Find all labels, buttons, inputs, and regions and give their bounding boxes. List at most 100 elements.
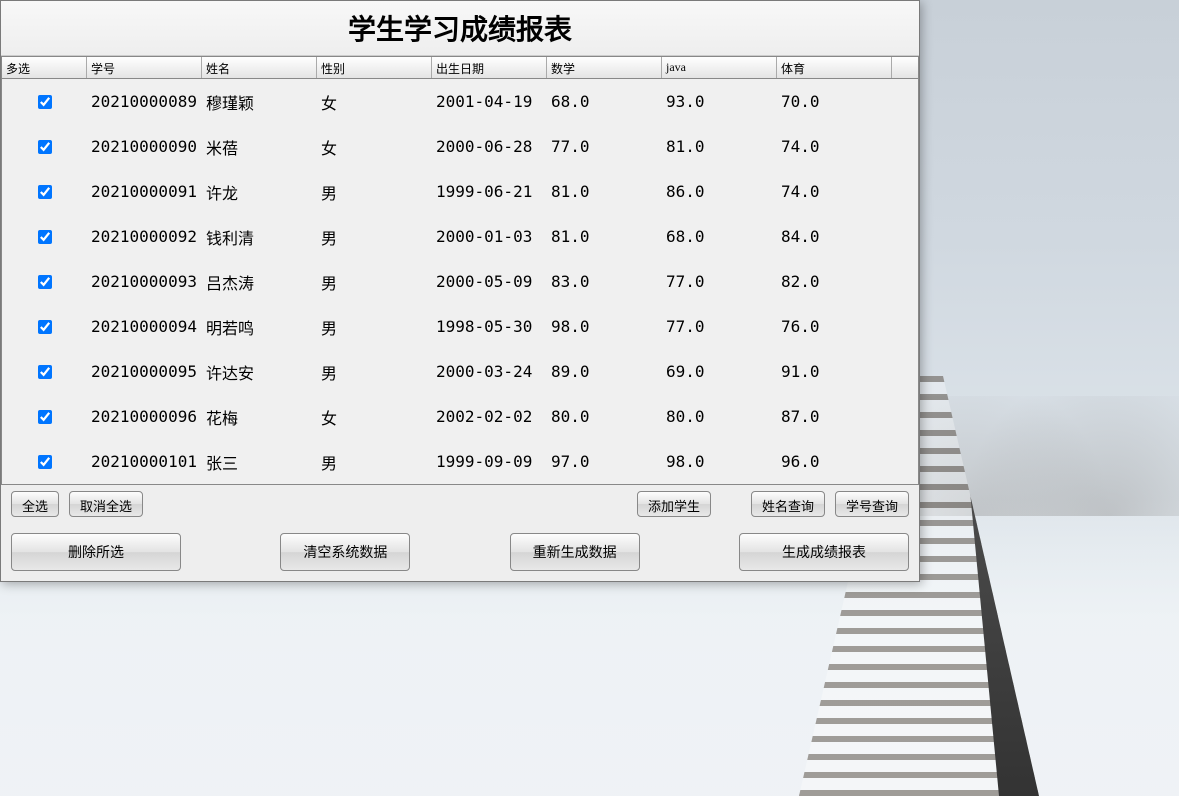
cell-pe: 91.0 bbox=[777, 362, 892, 381]
button-row-2: 删除所选 清空系统数据 重新生成数据 生成成绩报表 bbox=[1, 523, 919, 581]
table-header: 多选 学号 姓名 性别 出生日期 数学 java 体育 bbox=[2, 57, 918, 79]
cell-dob: 2000-01-03 bbox=[432, 227, 547, 246]
cell-gender: 女 bbox=[317, 90, 432, 114]
main-window: 学生学习成绩报表 多选 学号 姓名 性别 出生日期 数学 java 体育 202… bbox=[0, 0, 920, 582]
cell-gender: 男 bbox=[317, 225, 432, 249]
cell-student-id: 20210000094 bbox=[87, 317, 202, 336]
cell-dob: 1999-09-09 bbox=[432, 452, 547, 471]
row-checkbox[interactable] bbox=[38, 320, 52, 334]
col-header-math[interactable]: 数学 bbox=[547, 57, 662, 78]
cell-dob: 2001-04-19 bbox=[432, 92, 547, 111]
cell-dob: 2000-05-09 bbox=[432, 272, 547, 291]
cell-pe: 84.0 bbox=[777, 227, 892, 246]
cell-student-id: 20210000095 bbox=[87, 362, 202, 381]
col-header-name[interactable]: 姓名 bbox=[202, 57, 317, 78]
col-header-dob[interactable]: 出生日期 bbox=[432, 57, 547, 78]
cell-name: 钱利清 bbox=[202, 225, 317, 249]
cell-name: 花梅 bbox=[202, 405, 317, 429]
cell-java: 98.0 bbox=[662, 452, 777, 471]
cell-pe: 70.0 bbox=[777, 92, 892, 111]
title-bar: 学生学习成绩报表 bbox=[1, 1, 919, 56]
cell-check bbox=[2, 185, 87, 199]
cell-student-id: 20210000091 bbox=[87, 182, 202, 201]
cell-java: 81.0 bbox=[662, 137, 777, 156]
cell-math: 98.0 bbox=[547, 317, 662, 336]
select-all-button[interactable]: 全选 bbox=[11, 491, 59, 517]
cell-gender: 男 bbox=[317, 270, 432, 294]
table-row[interactable]: 20210000092钱利清男2000-01-0381.068.084.0 bbox=[2, 214, 918, 259]
cell-gender: 男 bbox=[317, 180, 432, 204]
delete-selected-button[interactable]: 删除所选 bbox=[11, 533, 181, 571]
cell-check bbox=[2, 275, 87, 289]
cell-student-id: 20210000093 bbox=[87, 272, 202, 291]
cell-java: 86.0 bbox=[662, 182, 777, 201]
add-student-button[interactable]: 添加学生 bbox=[637, 491, 711, 517]
cell-dob: 1999-06-21 bbox=[432, 182, 547, 201]
cell-pe: 74.0 bbox=[777, 182, 892, 201]
row-checkbox[interactable] bbox=[38, 455, 52, 469]
cell-gender: 女 bbox=[317, 135, 432, 159]
col-header-check[interactable]: 多选 bbox=[2, 57, 87, 78]
cell-dob: 2002-02-02 bbox=[432, 407, 547, 426]
cell-name: 许达安 bbox=[202, 360, 317, 384]
cell-check bbox=[2, 455, 87, 469]
cell-math: 80.0 bbox=[547, 407, 662, 426]
cell-dob: 1998-05-30 bbox=[432, 317, 547, 336]
row-checkbox[interactable] bbox=[38, 410, 52, 424]
row-checkbox[interactable] bbox=[38, 275, 52, 289]
cell-name: 许龙 bbox=[202, 180, 317, 204]
col-header-pe[interactable]: 体育 bbox=[777, 57, 892, 78]
cell-check bbox=[2, 320, 87, 334]
cell-java: 93.0 bbox=[662, 92, 777, 111]
cell-name: 吕杰涛 bbox=[202, 270, 317, 294]
row-checkbox[interactable] bbox=[38, 95, 52, 109]
row-checkbox[interactable] bbox=[38, 140, 52, 154]
cell-java: 80.0 bbox=[662, 407, 777, 426]
regenerate-data-button[interactable]: 重新生成数据 bbox=[510, 533, 640, 571]
col-header-gender[interactable]: 性别 bbox=[317, 57, 432, 78]
cell-name: 米蓓 bbox=[202, 135, 317, 159]
cell-student-id: 20210000089 bbox=[87, 92, 202, 111]
button-row-1: 全选 取消全选 添加学生 姓名查询 学号查询 bbox=[1, 485, 919, 523]
cell-check bbox=[2, 140, 87, 154]
cell-pe: 76.0 bbox=[777, 317, 892, 336]
table-row[interactable]: 20210000101张三男1999-09-0997.098.096.0 bbox=[2, 439, 918, 484]
row-checkbox[interactable] bbox=[38, 365, 52, 379]
cell-gender: 男 bbox=[317, 315, 432, 339]
row-checkbox[interactable] bbox=[38, 230, 52, 244]
cell-pe: 74.0 bbox=[777, 137, 892, 156]
generate-report-button[interactable]: 生成成绩报表 bbox=[739, 533, 909, 571]
cell-name: 穆瑾颖 bbox=[202, 90, 317, 114]
cell-math: 83.0 bbox=[547, 272, 662, 291]
clear-system-data-button[interactable]: 清空系统数据 bbox=[280, 533, 410, 571]
cell-math: 77.0 bbox=[547, 137, 662, 156]
cell-student-id: 20210000090 bbox=[87, 137, 202, 156]
table-row[interactable]: 20210000094明若鸣男1998-05-3098.077.076.0 bbox=[2, 304, 918, 349]
cell-check bbox=[2, 230, 87, 244]
col-header-id[interactable]: 学号 bbox=[87, 57, 202, 78]
cell-math: 89.0 bbox=[547, 362, 662, 381]
search-by-id-button[interactable]: 学号查询 bbox=[835, 491, 909, 517]
table-body[interactable]: 20210000089穆瑾颖女2001-04-1968.093.070.0202… bbox=[2, 79, 918, 484]
table-row[interactable]: 20210000089穆瑾颖女2001-04-1968.093.070.0 bbox=[2, 79, 918, 124]
cell-java: 77.0 bbox=[662, 272, 777, 291]
cell-java: 77.0 bbox=[662, 317, 777, 336]
table-row[interactable]: 20210000091许龙男1999-06-2181.086.074.0 bbox=[2, 169, 918, 214]
cell-math: 97.0 bbox=[547, 452, 662, 471]
cell-pe: 87.0 bbox=[777, 407, 892, 426]
row-checkbox[interactable] bbox=[38, 185, 52, 199]
search-by-name-button[interactable]: 姓名查询 bbox=[751, 491, 825, 517]
col-header-java[interactable]: java bbox=[662, 57, 777, 78]
page-title: 学生学习成绩报表 bbox=[348, 8, 572, 48]
cell-java: 69.0 bbox=[662, 362, 777, 381]
table-container: 多选 学号 姓名 性别 出生日期 数学 java 体育 20210000089穆… bbox=[1, 56, 919, 485]
table-row[interactable]: 20210000096花梅女2002-02-0280.080.087.0 bbox=[2, 394, 918, 439]
cell-check bbox=[2, 410, 87, 424]
cell-student-id: 20210000096 bbox=[87, 407, 202, 426]
table-row[interactable]: 20210000090米蓓女2000-06-2877.081.074.0 bbox=[2, 124, 918, 169]
table-row[interactable]: 20210000095许达安男2000-03-2489.069.091.0 bbox=[2, 349, 918, 394]
deselect-all-button[interactable]: 取消全选 bbox=[69, 491, 143, 517]
cell-check bbox=[2, 365, 87, 379]
cell-dob: 2000-03-24 bbox=[432, 362, 547, 381]
table-row[interactable]: 20210000093吕杰涛男2000-05-0983.077.082.0 bbox=[2, 259, 918, 304]
